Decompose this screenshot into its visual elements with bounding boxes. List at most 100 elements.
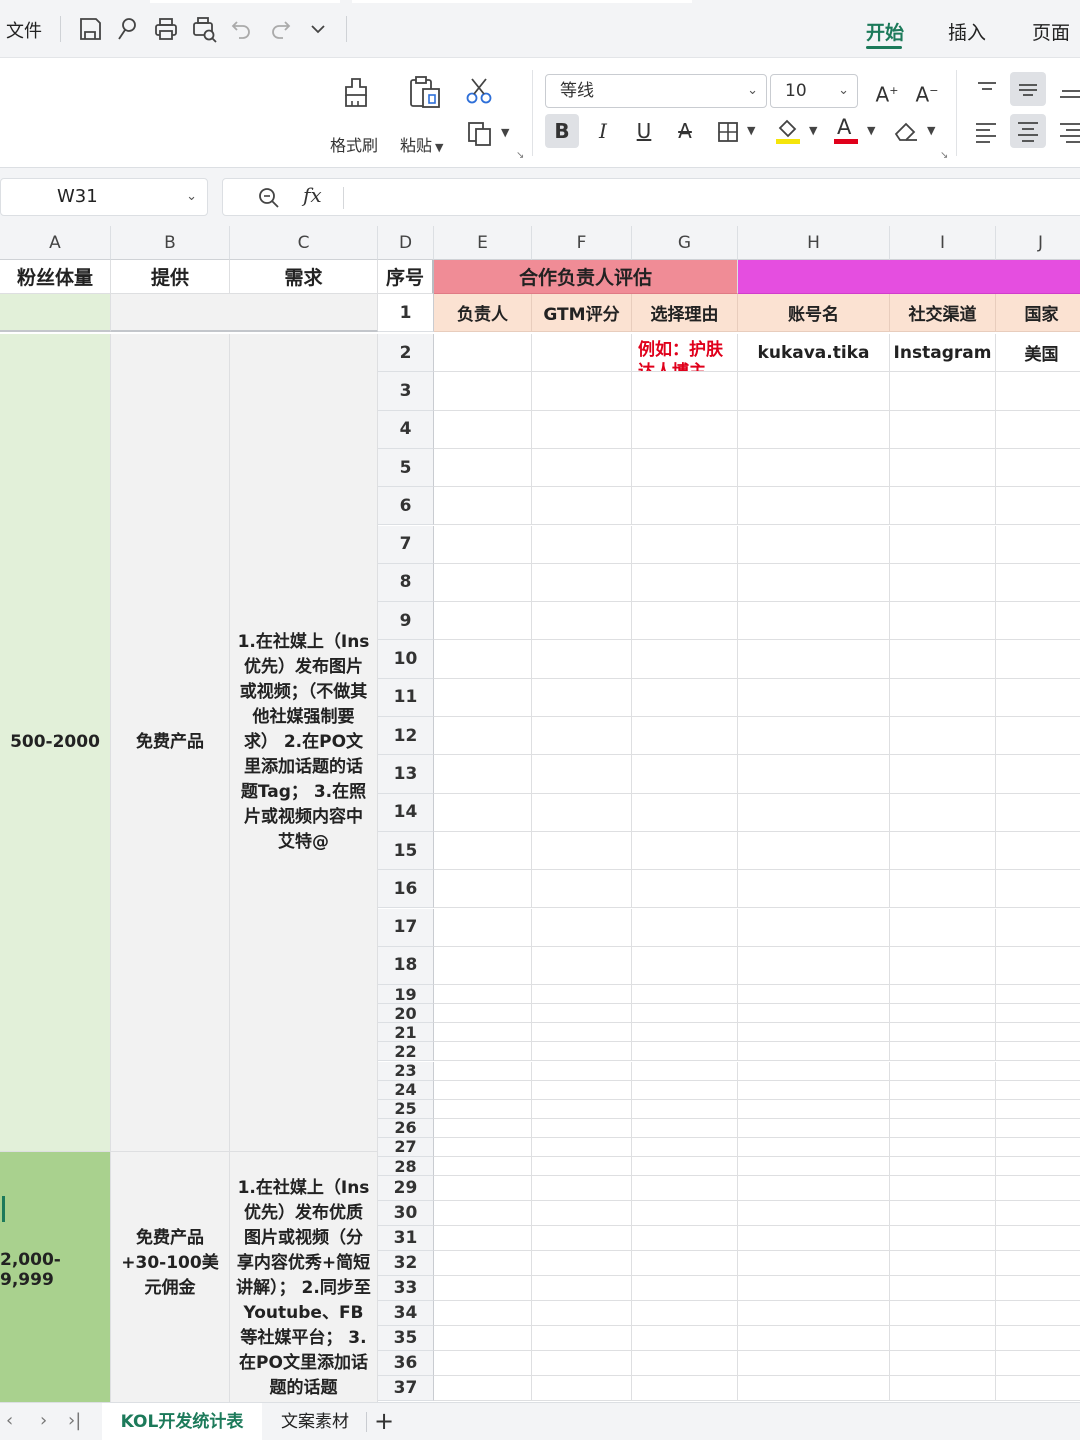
- grid-cell[interactable]: [632, 1376, 738, 1402]
- grid-cell[interactable]: [890, 870, 996, 909]
- grid-cell[interactable]: [890, 602, 996, 641]
- grid-cell[interactable]: [738, 1042, 890, 1062]
- tier2-need-cell[interactable]: 1.在社媒上（Ins优先）发布优质图片或视频（分享内容优秀+简短讲解）； 2.同…: [230, 1152, 378, 1402]
- undo-icon[interactable]: [228, 14, 256, 44]
- row-number[interactable]: 16: [378, 870, 434, 909]
- font-color-button[interactable]: A ▼: [832, 115, 878, 148]
- align-middle-button[interactable]: [1010, 72, 1046, 106]
- grid-cell[interactable]: [738, 1080, 890, 1100]
- grid-cell[interactable]: [434, 1080, 532, 1100]
- grid-cell[interactable]: [996, 1062, 1080, 1081]
- grid-cell[interactable]: [996, 1157, 1080, 1177]
- grid-cell[interactable]: [996, 1004, 1080, 1024]
- grid-cell[interactable]: [996, 832, 1080, 871]
- fx-icon[interactable]: fx: [303, 183, 322, 207]
- grid-cell[interactable]: [532, 1061, 632, 1081]
- grid-cell[interactable]: [996, 985, 1080, 1005]
- grid-cell[interactable]: [738, 1004, 890, 1024]
- grid-cell[interactable]: [532, 563, 632, 603]
- grid-cell[interactable]: [996, 1276, 1080, 1302]
- row-number[interactable]: 19: [378, 985, 434, 1005]
- header-need[interactable]: 需求: [230, 260, 378, 294]
- grid-cell[interactable]: [532, 1080, 632, 1100]
- grid-cell[interactable]: [632, 448, 738, 488]
- grid-cell[interactable]: [738, 1276, 890, 1302]
- grid-cell[interactable]: [738, 1023, 890, 1043]
- grid-cell[interactable]: [738, 1326, 890, 1352]
- grid-cell[interactable]: [890, 1137, 996, 1157]
- grid-cell[interactable]: [532, 1201, 632, 1227]
- grid-cell[interactable]: [434, 985, 532, 1005]
- grid-cell[interactable]: [738, 908, 890, 947]
- grid-cell[interactable]: [890, 563, 996, 603]
- grid-cell[interactable]: [434, 1061, 532, 1081]
- grid-cell[interactable]: [632, 1080, 738, 1100]
- grid-cell[interactable]: [532, 1042, 632, 1062]
- row-number[interactable]: 5: [378, 448, 434, 488]
- grid-cell[interactable]: [738, 410, 890, 449]
- paste-button[interactable]: 粘贴 ▼: [398, 70, 458, 155]
- grid-cell[interactable]: [890, 1251, 996, 1277]
- grow-font-button[interactable]: A+: [870, 74, 904, 108]
- grid-cell[interactable]: [996, 679, 1080, 717]
- row-number[interactable]: 3: [378, 372, 434, 411]
- grid-cell[interactable]: [890, 1201, 996, 1227]
- row-number[interactable]: 17: [378, 908, 434, 947]
- grid-cell[interactable]: [996, 1201, 1080, 1227]
- grid-cell[interactable]: [890, 1080, 996, 1100]
- grid-cell[interactable]: [632, 1137, 738, 1157]
- grid-cell[interactable]: [996, 1042, 1080, 1062]
- grid-cell[interactable]: [632, 1301, 738, 1327]
- grid-cell[interactable]: [532, 1326, 632, 1352]
- grid-cell[interactable]: [996, 947, 1080, 986]
- grid-cell[interactable]: [532, 334, 632, 373]
- tier2-fans-cell[interactable]: 2,000-9,999: [0, 1152, 111, 1402]
- subheader-fans-cell[interactable]: [0, 294, 111, 332]
- grid-cell[interactable]: [996, 1023, 1080, 1043]
- grid-cell[interactable]: [434, 717, 532, 756]
- grid-cell[interactable]: [738, 563, 890, 603]
- column-header-e[interactable]: E: [434, 226, 532, 260]
- row-number[interactable]: 2: [378, 334, 434, 373]
- grid-cell[interactable]: [532, 1301, 632, 1327]
- grid-cell[interactable]: [532, 1226, 632, 1252]
- format-painter-button[interactable]: 格式刷: [326, 70, 386, 155]
- cut-icon[interactable]: [464, 76, 494, 106]
- align-left-icon[interactable]: [970, 118, 1004, 146]
- grid-cell[interactable]: [890, 1301, 996, 1327]
- grid-cell[interactable]: [532, 678, 632, 717]
- grid-cell[interactable]: [532, 1251, 632, 1277]
- grid-cell[interactable]: [632, 602, 738, 641]
- grid-cell[interactable]: [434, 563, 532, 603]
- grid-cell[interactable]: [996, 372, 1080, 411]
- align-center-button[interactable]: [1010, 114, 1046, 148]
- grid-cell[interactable]: [532, 717, 632, 756]
- row-number[interactable]: 28: [378, 1157, 434, 1177]
- row-number[interactable]: 14: [378, 793, 434, 832]
- subheader-channel[interactable]: 社交渠道: [890, 294, 996, 332]
- country-cell[interactable]: 美国: [996, 334, 1080, 372]
- row-number[interactable]: 21: [378, 1023, 434, 1043]
- grid-cell[interactable]: [532, 1351, 632, 1377]
- grid-cell[interactable]: [738, 1061, 890, 1081]
- grid-cell[interactable]: [890, 1276, 996, 1302]
- font-name-select[interactable]: 等线 ⌄: [545, 74, 767, 108]
- grid-cell[interactable]: [434, 946, 532, 986]
- grid-cell[interactable]: [738, 1118, 890, 1138]
- grid-cell[interactable]: [434, 755, 532, 794]
- grid-cell[interactable]: [996, 487, 1080, 526]
- row-number[interactable]: 24: [378, 1080, 434, 1100]
- subheader-country[interactable]: 国家: [996, 294, 1080, 332]
- grid-cell[interactable]: [434, 487, 532, 526]
- grid-cell[interactable]: [532, 946, 632, 986]
- row-number[interactable]: 23: [378, 1061, 434, 1081]
- grid-cell[interactable]: [996, 640, 1080, 679]
- shrink-font-button[interactable]: A−: [910, 74, 944, 108]
- header-eval-group[interactable]: 合作负责人评估: [434, 260, 738, 294]
- grid-cell[interactable]: [890, 755, 996, 794]
- grid-cell[interactable]: [738, 793, 890, 832]
- grid-cell[interactable]: [996, 1376, 1080, 1402]
- grid-cell[interactable]: [738, 1376, 890, 1402]
- grid-cell[interactable]: [532, 831, 632, 871]
- row-number[interactable]: 10: [378, 640, 434, 679]
